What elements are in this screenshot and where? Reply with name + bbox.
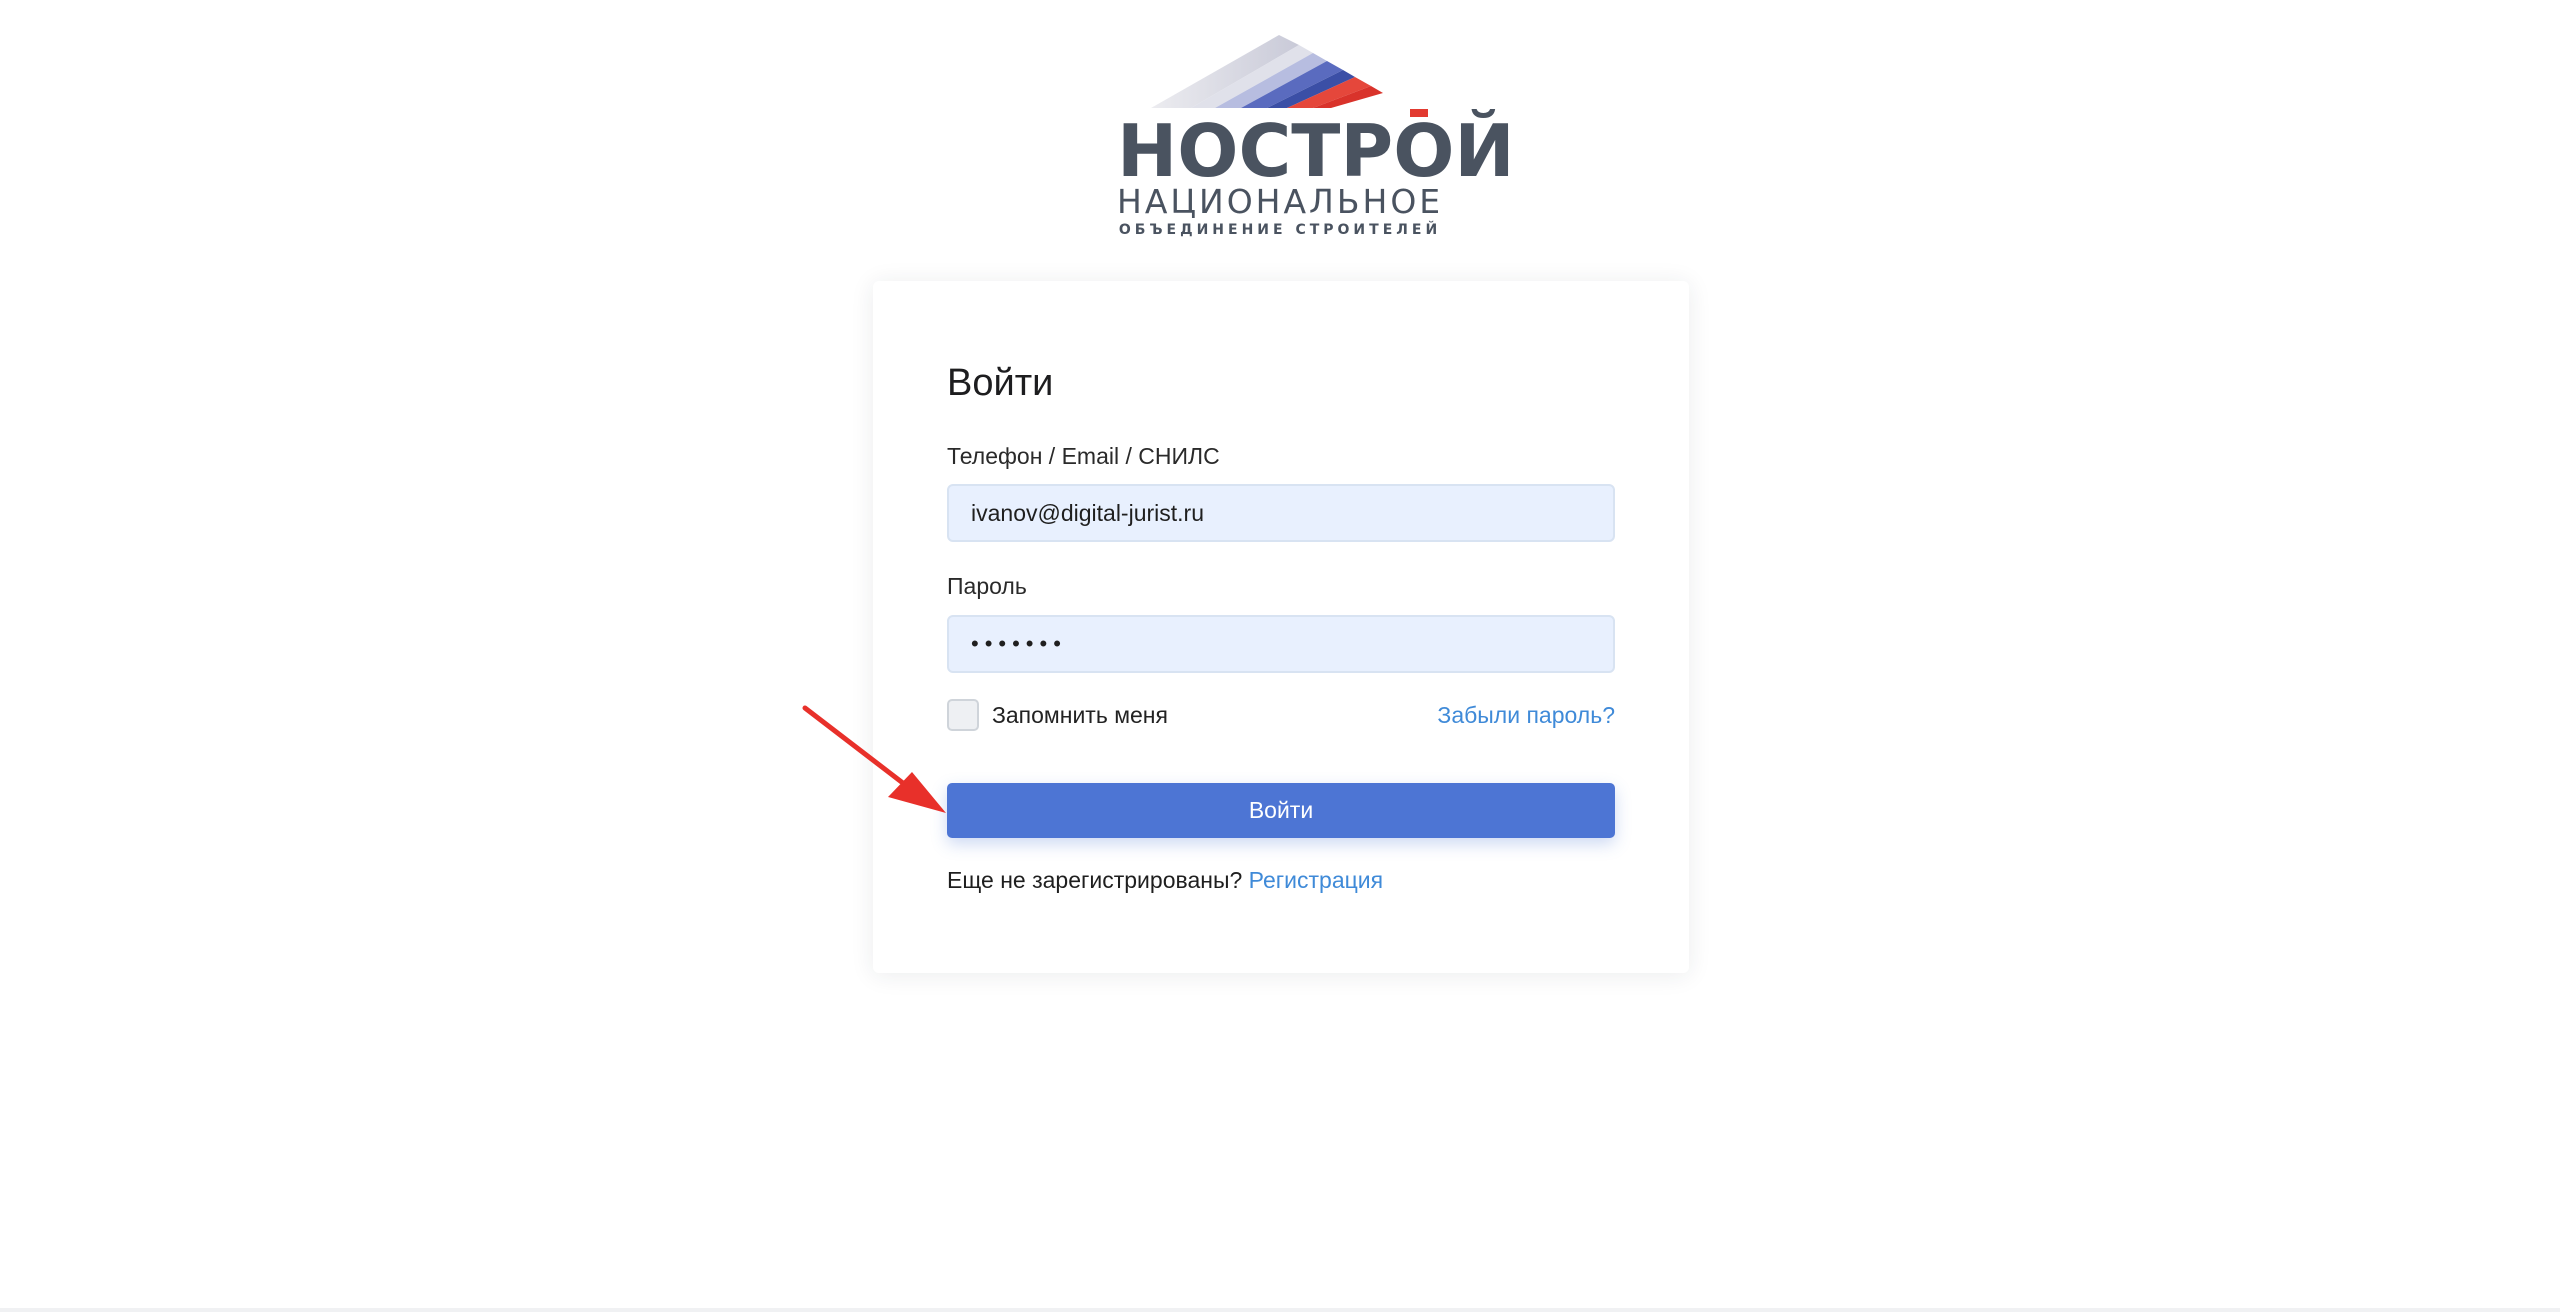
remember-checkbox[interactable] xyxy=(947,699,979,731)
login-input[interactable] xyxy=(947,484,1615,542)
login-page: НОСТРОЙ НАЦИОНАЛЬНОЕ ОБЪЕДИНЕНИЕ СТРОИТЕ… xyxy=(0,0,2560,1312)
logo-wordmark: НОСТРОЙ xyxy=(1117,109,1515,193)
red-arrow-icon xyxy=(802,705,946,813)
register-link[interactable]: Регистрация xyxy=(1249,867,1383,893)
password-field-label: Пароль xyxy=(947,573,1027,599)
bottom-divider xyxy=(0,1308,2560,1312)
login-title: Войти xyxy=(947,362,1054,404)
logo-subtitle-1: НАЦИОНАЛЬНОЕ xyxy=(1117,182,1444,221)
login-card: Войти Телефон / Email / СНИЛС Пароль Зап… xyxy=(873,281,1689,973)
nostroy-logo: НОСТРОЙ НАЦИОНАЛЬНОЕ ОБЪЕДИНЕНИЕ СТРОИТЕ… xyxy=(1117,33,1515,241)
forgot-password-link[interactable]: Забыли пароль? xyxy=(1437,701,1615,729)
login-field-label: Телефон / Email / СНИЛС xyxy=(947,443,1220,469)
password-input[interactable] xyxy=(947,615,1615,673)
remember-me[interactable]: Запомнить меня xyxy=(947,698,1168,732)
logo-subtitle-2: ОБЪЕДИНЕНИЕ СТРОИТЕЛЕЙ xyxy=(1118,222,1442,238)
register-prompt-text: Еще не зарегистрированы? xyxy=(947,867,1243,893)
login-submit-button[interactable]: Войти xyxy=(947,783,1615,838)
register-prompt: Еще не зарегистрированы? Регистрация xyxy=(947,866,1383,894)
roof-logo-icon xyxy=(1151,35,1428,117)
remember-label: Запомнить меня xyxy=(992,701,1168,728)
